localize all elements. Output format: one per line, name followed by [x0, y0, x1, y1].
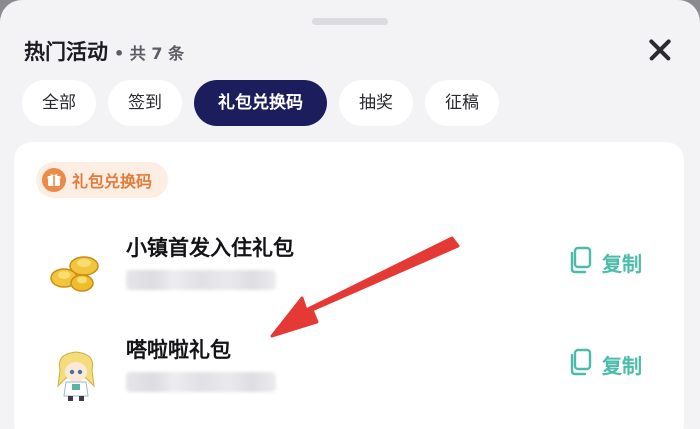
tab-gift-code[interactable]: 礼包兑换码 [194, 80, 327, 126]
activity-sheet: 热门活动 • 共 7 条 全部 签到 礼包兑换码 抽奖 征稿 礼包兑换码 小镇首… [0, 0, 700, 429]
filter-tabs: 全部 签到 礼包兑换码 抽奖 征稿 [22, 80, 499, 126]
gold-ingot-icon [46, 242, 106, 302]
item-name: 嗒啦啦礼包 [126, 338, 231, 362]
copy-button[interactable]: 复制 [566, 344, 642, 384]
copy-label: 复制 [602, 353, 642, 378]
section-badge: 礼包兑换码 [36, 162, 169, 198]
character-avatar-icon [46, 344, 106, 404]
copy-button[interactable]: 复制 [566, 242, 642, 282]
item-count: • 共 7 条 [114, 44, 185, 63]
tab-all[interactable]: 全部 [22, 80, 96, 126]
copy-icon [566, 245, 594, 279]
sheet-header: 热门活动 • 共 7 条 [24, 36, 184, 68]
gift-code-card: 礼包兑换码 小镇首发入住礼包 复制 嗒啦啦礼包 复制 [14, 142, 684, 429]
item-name: 小镇首发入住礼包 [126, 236, 294, 260]
tab-submissions[interactable]: 征稿 [425, 80, 499, 126]
copy-label: 复制 [602, 251, 642, 276]
tab-checkin[interactable]: 签到 [108, 80, 182, 126]
list-item: 小镇首发入住礼包 复制 [14, 232, 684, 316]
copy-icon [566, 347, 594, 381]
list-item: 嗒啦啦礼包 复制 [14, 334, 684, 418]
redeem-code [126, 372, 276, 392]
drag-handle[interactable] [312, 18, 388, 25]
section-label: 礼包兑换码 [72, 172, 153, 191]
close-icon[interactable] [644, 34, 676, 66]
tab-lottery[interactable]: 抽奖 [339, 80, 413, 126]
redeem-code [126, 270, 276, 290]
page-title: 热门活动 [24, 40, 108, 64]
gift-icon [42, 168, 66, 192]
